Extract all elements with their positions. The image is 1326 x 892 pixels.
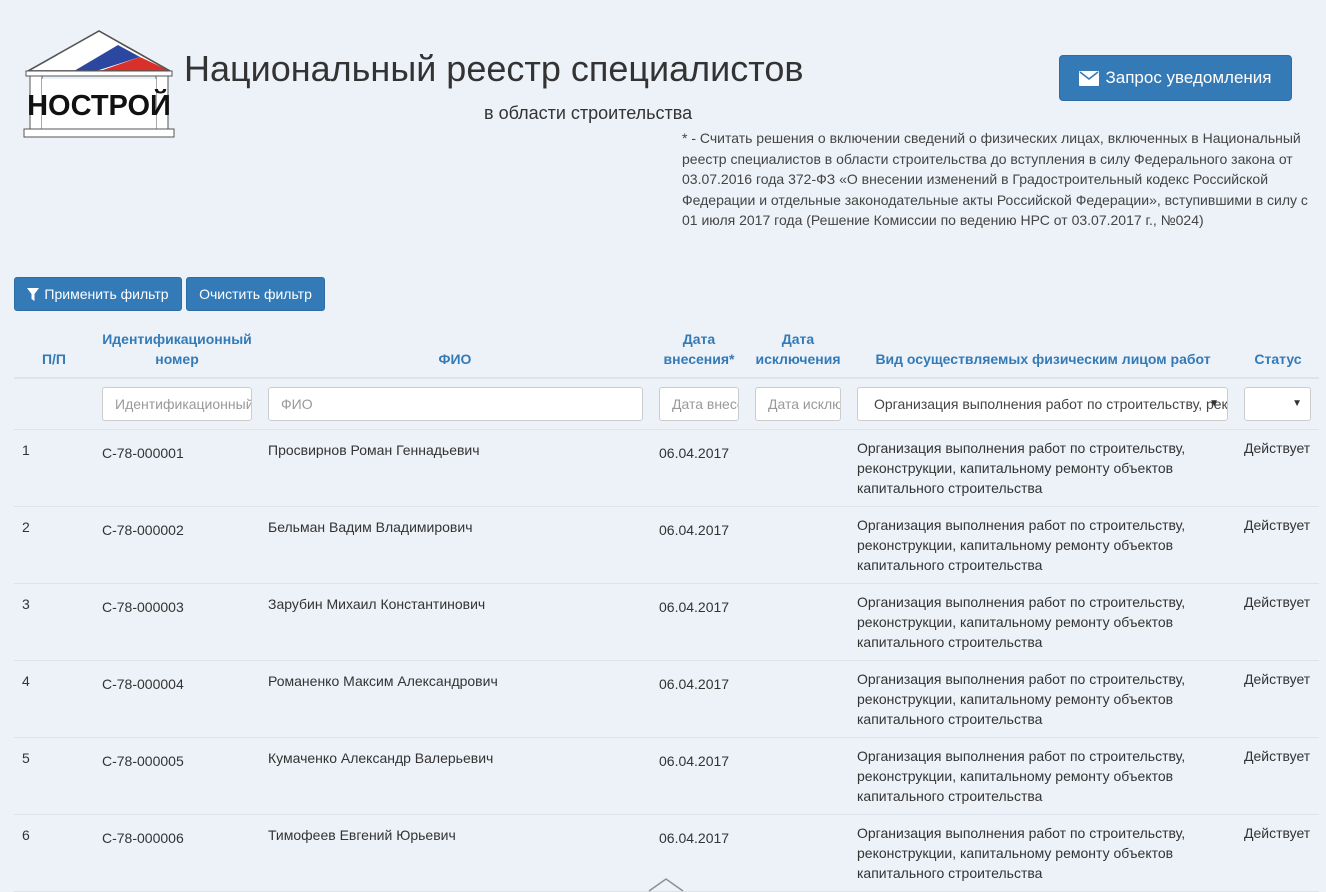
column-header-status-label: Статус (1254, 351, 1302, 367)
column-header-date-in[interactable]: Дата внесения* (659, 329, 739, 369)
column-header-id-line1: Идентификационный (102, 331, 252, 347)
row-fio: Кумаченко Александр Валерьевич (268, 750, 494, 766)
row-id-number: С-78-000003 (102, 599, 184, 615)
page-subtitle: в области строительства (484, 103, 693, 123)
registry-note: * - Считать решения о включении сведений… (682, 130, 1308, 228)
status-filter-select[interactable]: ▼ (1244, 387, 1311, 421)
nostroy-logo[interactable]: НОСТРОЙ (22, 29, 176, 139)
row-work-type: Организация выполнения работ по строител… (857, 671, 1186, 727)
column-header-id-line2: номер (155, 351, 199, 367)
caret-down-icon: ▼ (1209, 398, 1219, 409)
row-id-number: С-78-000006 (102, 830, 184, 846)
work-type-filter-select[interactable]: Организация выполнения работ по строител… (857, 387, 1228, 421)
row-number: 4 (22, 673, 30, 689)
envelope-icon (1079, 70, 1100, 86)
date-in-filter-input[interactable]: Дата внесения (659, 387, 739, 421)
row-work-type: Организация выполнения работ по строител… (857, 517, 1186, 573)
row-id-number: С-78-000005 (102, 753, 184, 769)
apply-filter-button[interactable]: Применить фильтр (14, 277, 182, 311)
work-type-selected-value: Организация выполнения работ по строител… (874, 396, 1228, 412)
column-header-work[interactable]: Вид осуществляемых физическим лицом рабо… (857, 349, 1229, 369)
row-fio: Романенко Максим Александрович (268, 673, 498, 689)
column-header-num-label: П/П (41, 351, 66, 367)
header-divider (14, 377, 1319, 379)
column-header-date-out-line2: исключения (755, 351, 841, 367)
row-date-in: 06.04.2017 (659, 753, 730, 769)
row-id-number: С-78-000002 (102, 522, 184, 538)
row-number: 5 (22, 750, 30, 766)
filter-icon (27, 287, 40, 301)
table-row[interactable]: 2 С-78-000002 Бельман Вадим Владимирович 06… (0, 507, 1326, 584)
row-number: 2 (22, 519, 30, 535)
row-fio: Бельман Вадим Владимирович (268, 519, 473, 535)
row-status: Действует (1244, 440, 1311, 456)
row-fio: Просвирнов Роман Геннадьевич (268, 442, 480, 458)
row-work-type: Организация выполнения работ по строител… (857, 594, 1186, 650)
column-header-work-label: Вид осуществляемых физическим лицом рабо… (875, 351, 1211, 367)
clear-filter-button[interactable]: Очистить фильтр (186, 277, 325, 311)
column-header-num[interactable]: П/П (38, 349, 70, 369)
column-header-date-out[interactable]: Дата исключения (752, 329, 844, 369)
row-fio: Тимофеев Евгений Юрьевич (268, 827, 456, 843)
row-number: 1 (22, 442, 30, 458)
date-out-filter-input[interactable]: Дата исключения (755, 387, 841, 421)
page-title: Национальный реестр специалистов (184, 48, 804, 89)
caret-down-icon: ▼ (1292, 398, 1302, 409)
apply-filter-label: Применить фильтр (44, 286, 169, 302)
column-header-date-in-line1: Дата (682, 331, 716, 347)
column-header-fio[interactable]: ФИО (400, 349, 510, 369)
column-header-fio-label: ФИО (438, 351, 472, 367)
row-number: 6 (22, 827, 30, 843)
notification-request-button[interactable]: Запрос уведомления (1059, 55, 1292, 101)
table-row[interactable]: 5 С-78-000005 Кумаченко Александр Валерьев… (0, 738, 1326, 815)
row-id-number: С-78-000001 (102, 445, 184, 461)
row-work-type: Организация выполнения работ по строител… (857, 748, 1186, 804)
row-fio: Зарубин Михаил Константинович (268, 596, 486, 612)
row-status: Действует (1244, 594, 1311, 610)
row-date-in: 06.04.2017 (659, 676, 730, 692)
table-row[interactable]: 3 С-78-000003 Зарубин Михаил Константинови… (0, 584, 1326, 661)
row-status: Действует (1244, 748, 1311, 764)
column-header-date-out-line1: Дата (781, 331, 815, 347)
row-date-in: 06.04.2017 (659, 522, 730, 538)
clear-filter-label: Очистить фильтр (199, 286, 312, 302)
table-row[interactable]: 4 С-78-000004 Романенко Максим Александров… (0, 661, 1326, 738)
row-date-in: 06.04.2017 (659, 830, 730, 846)
notification-request-label: Запрос уведомления (1105, 68, 1272, 87)
row-status: Действует (1244, 671, 1311, 687)
column-header-date-in-line2: внесения* (663, 351, 735, 367)
row-date-in: 06.04.2017 (659, 599, 730, 615)
row-number: 3 (22, 596, 30, 612)
logo-text: НОСТРОЙ (27, 88, 171, 122)
table-row[interactable]: 1 С-78-000001 Просвирнов Роман Геннадьевич… (0, 430, 1326, 507)
fio-filter-input[interactable]: ФИО (268, 387, 643, 421)
column-header-id[interactable]: Идентификационный номер (100, 329, 254, 369)
row-date-in: 06.04.2017 (659, 445, 730, 461)
column-header-status[interactable]: Статус (1244, 349, 1312, 369)
row-status: Действует (1244, 517, 1311, 533)
row-id-number: С-78-000004 (102, 676, 184, 692)
row-work-type: Организация выполнения работ по строител… (857, 440, 1186, 496)
id-filter-input[interactable]: Идентификационный номер (102, 387, 252, 421)
row-work-type: Организация выполнения работ по строител… (857, 825, 1186, 881)
row-status: Действует (1244, 825, 1311, 841)
